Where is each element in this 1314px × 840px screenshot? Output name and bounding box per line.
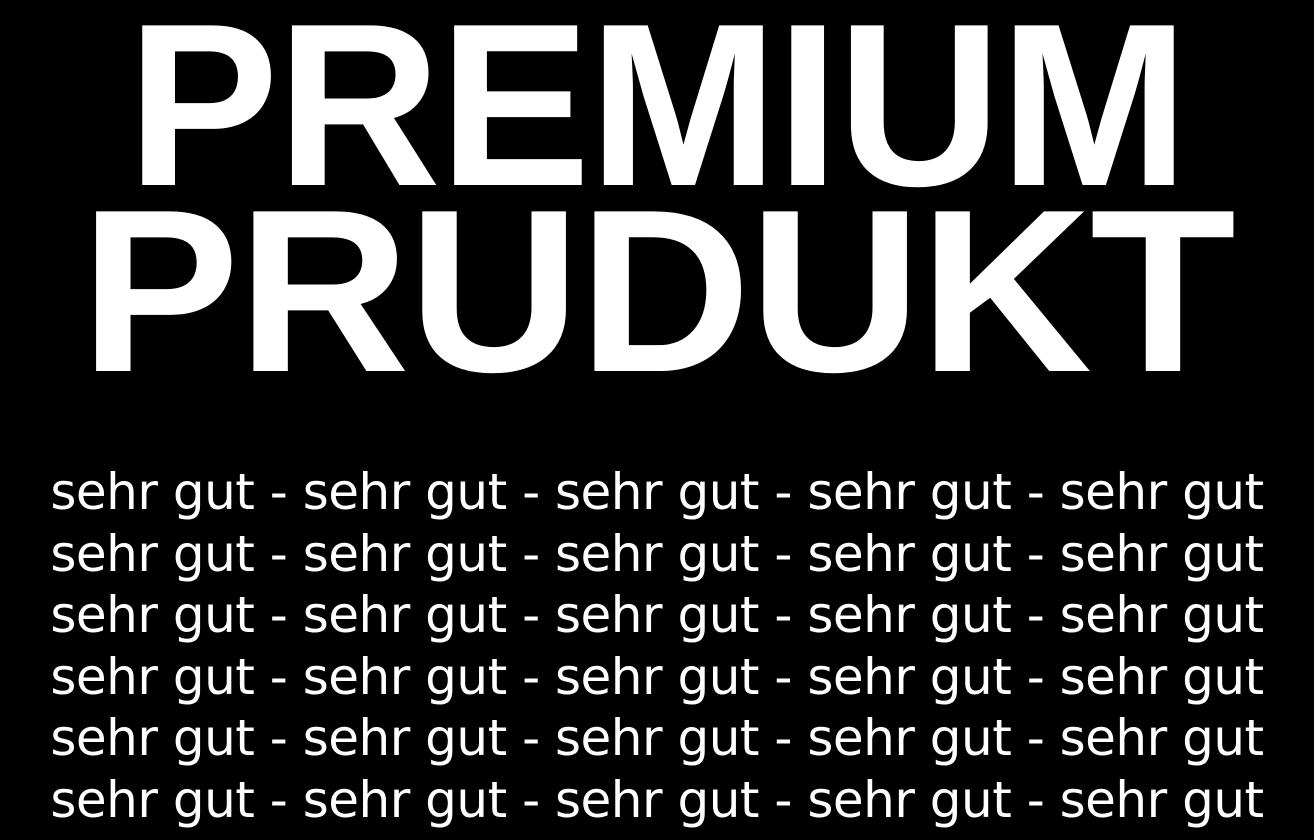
tagline-line: sehr gut - sehr gut - sehr gut - sehr gu… xyxy=(50,709,1264,767)
tagline-line: sehr gut - sehr gut - sehr gut - sehr gu… xyxy=(50,524,1264,583)
tagline-line: sehr gut - sehr gut - sehr gut - sehr gu… xyxy=(50,647,1264,706)
tagline-block: sehr gut - sehr gut - sehr gut - sehr gu… xyxy=(0,462,1314,831)
tagline-line: sehr gut - sehr gut - sehr gut - sehr gu… xyxy=(50,586,1264,644)
headline-line-2: PRUDUKT xyxy=(80,162,1236,421)
tagline-line: sehr gut - sehr gut - sehr gut - sehr gu… xyxy=(50,463,1264,521)
tagline-line: sehr gut - sehr gut - sehr gut - sehr gu… xyxy=(50,770,1264,829)
